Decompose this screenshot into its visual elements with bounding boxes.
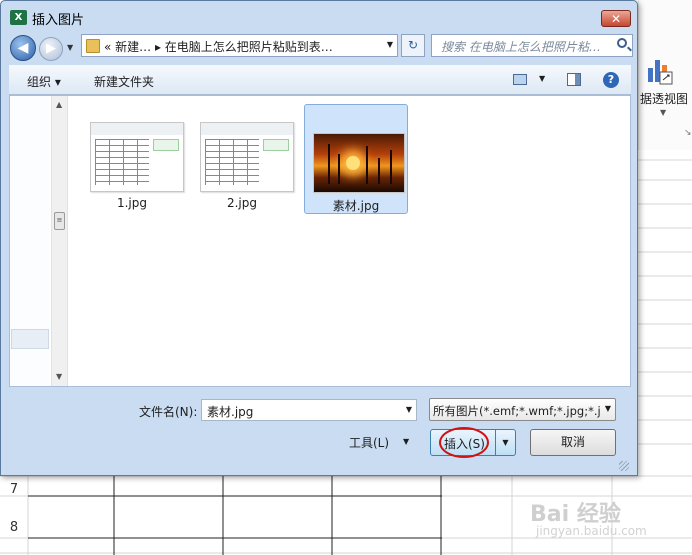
history-dropdown-icon[interactable]: ▼: [67, 43, 73, 52]
group-launcher-icon[interactable]: ↘: [684, 128, 692, 138]
refresh-button[interactable]: ↻: [401, 34, 425, 57]
view-dropdown-icon[interactable]: ▼: [539, 74, 545, 83]
new-folder-button[interactable]: 新建文件夹: [94, 73, 154, 90]
preview-pane-icon[interactable]: [567, 73, 581, 86]
file-type-value: 所有图片(*.emf;*.wmf;*.jpg;*.jp: [433, 404, 601, 418]
search-input[interactable]: 搜索 在电脑上怎么把照片粘…: [431, 34, 633, 57]
pivot-chart-label[interactable]: 据透视图: [640, 90, 688, 107]
help-icon[interactable]: ?: [603, 72, 619, 88]
change-view-icon[interactable]: [513, 74, 527, 85]
search-placeholder: 搜索 在电脑上怎么把照片粘…: [441, 40, 601, 54]
tools-dropdown-icon[interactable]: ▼: [403, 437, 409, 446]
scroll-up-icon[interactable]: ▲: [56, 100, 62, 109]
file-name: 2.jpg: [226, 196, 258, 210]
file-list: 1.jpg 2.jpg 素材.jpg: [68, 96, 630, 386]
dialog-footer: 文件名(N): 素材.jpg ▼ 所有图片(*.emf;*.wmf;*.jpg;…: [9, 387, 631, 467]
file-name: 1.jpg: [116, 196, 148, 210]
file-type-dropdown-icon[interactable]: ▼: [605, 404, 611, 413]
command-toolbar: 组织 ▾ 新建文件夹 ▼ ?: [9, 65, 631, 95]
row-header-8[interactable]: 8: [0, 520, 28, 535]
filename-label: 文件名(N):: [139, 405, 198, 419]
excel-app-icon: X: [10, 10, 27, 25]
search-icon[interactable]: [617, 38, 627, 48]
dialog-title: 插入图片: [32, 13, 85, 28]
spreadsheet-thumbnail: [200, 122, 294, 192]
nav-pane-item[interactable]: [11, 329, 49, 349]
file-item[interactable]: 1.jpg: [80, 104, 184, 214]
row-header-7[interactable]: 7: [0, 482, 28, 497]
organize-menu[interactable]: 组织 ▾: [27, 73, 61, 90]
spreadsheet-thumbnail: [90, 122, 184, 192]
file-item[interactable]: 2.jpg: [190, 104, 294, 214]
photo-thumbnail: [313, 133, 405, 193]
file-item-selected[interactable]: 素材.jpg: [304, 104, 408, 214]
filename-value[interactable]: 素材.jpg: [207, 403, 253, 420]
nav-scrollbar[interactable]: ▲ ≡ ▼: [51, 96, 68, 386]
folder-icon: [86, 39, 100, 53]
watermark-url: jingyan.baidu.com: [536, 524, 647, 538]
address-bar[interactable]: « 新建… ▸ 在电脑上怎么把照片粘贴到表… ▼: [81, 34, 398, 57]
pivot-chart-icon[interactable]: [646, 56, 674, 86]
highlight-circle: [439, 427, 489, 458]
chevron-down-icon[interactable]: ▼: [660, 108, 666, 117]
forward-arrow-icon[interactable]: ▶: [39, 37, 63, 61]
insert-options-dropdown[interactable]: ▼: [496, 429, 516, 456]
address-path[interactable]: « 新建… ▸ 在电脑上怎么把照片粘贴到表…: [104, 38, 333, 55]
scroll-down-icon[interactable]: ▼: [56, 372, 62, 381]
close-button[interactable]: ✕: [601, 10, 631, 27]
insert-picture-dialog: X 插入图片 ✕ ◀ ▶ ▼ « 新建… ▸ 在电脑上怎么把照片粘贴到表… ▼ …: [0, 0, 638, 476]
address-dropdown-icon[interactable]: ▼: [387, 40, 393, 49]
file-browser: ▲ ≡ ▼ 1.jpg 2.jpg 素材.jpg: [9, 95, 631, 387]
file-type-select[interactable]: 所有图片(*.emf;*.wmf;*.jpg;*.jp ▼: [429, 398, 616, 421]
file-name: 素材.jpg: [332, 199, 380, 213]
resize-grip-icon[interactable]: [619, 461, 629, 471]
navigation-pane[interactable]: [10, 96, 50, 386]
cancel-button[interactable]: 取消: [530, 429, 616, 456]
filename-field[interactable]: 素材.jpg ▼: [201, 399, 417, 421]
title-bar[interactable]: X 插入图片 ✕: [1, 1, 637, 33]
filename-dropdown-icon[interactable]: ▼: [406, 405, 412, 414]
tools-menu[interactable]: 工具(L): [349, 434, 389, 451]
scroll-thumb[interactable]: ≡: [54, 212, 65, 230]
back-arrow-icon[interactable]: ◀: [10, 35, 36, 61]
